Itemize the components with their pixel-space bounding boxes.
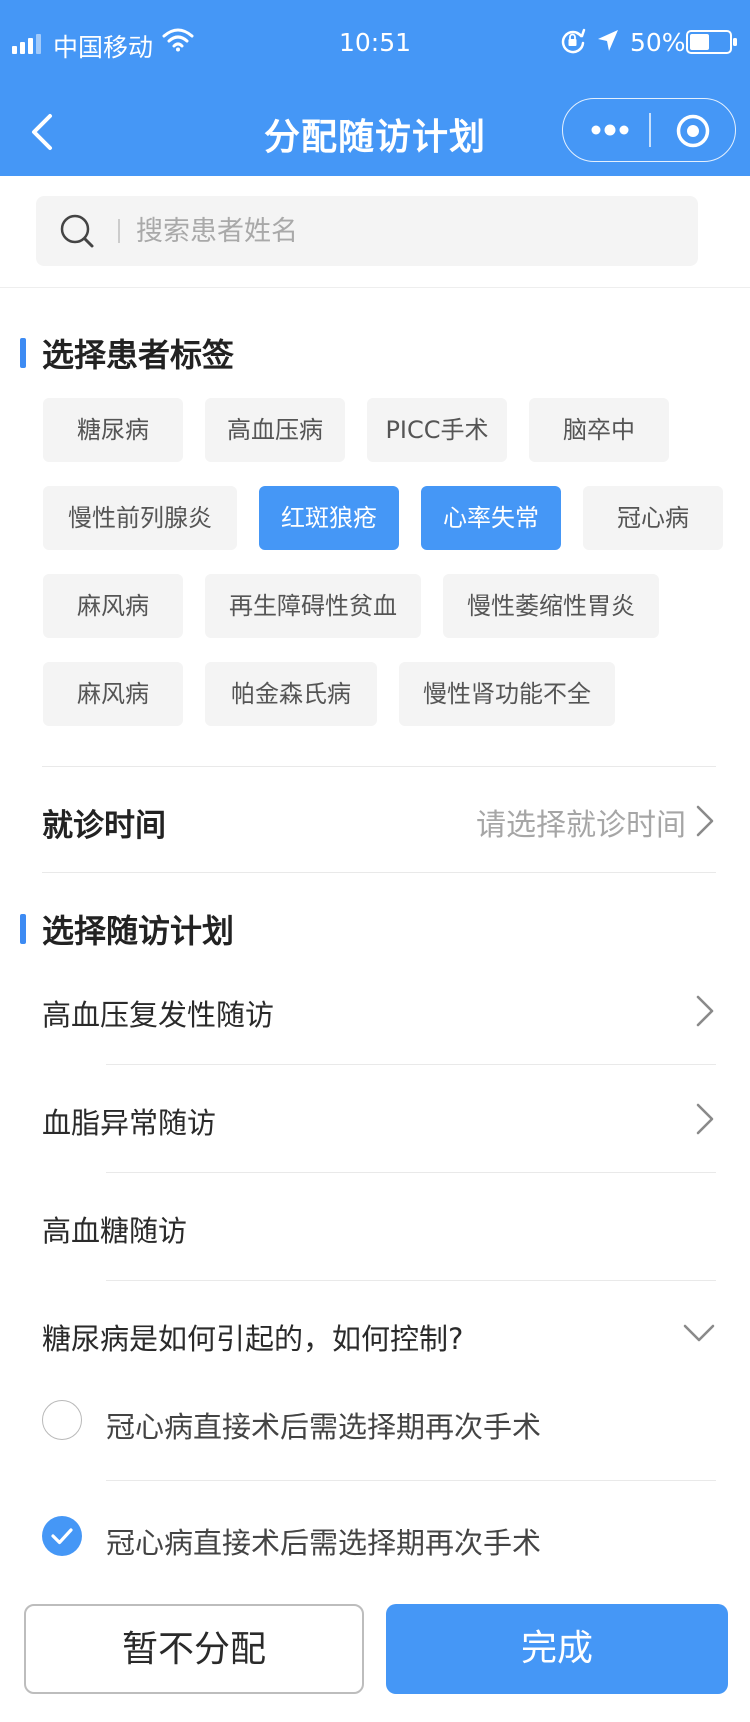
- tag-chip[interactable]: PICC手术: [367, 398, 507, 462]
- checkmark-icon: [51, 1528, 73, 1545]
- section-title-plans: 选择随访计划: [42, 912, 235, 950]
- chevron-right-icon: [696, 1103, 714, 1135]
- tag-chip[interactable]: 心率失常: [421, 486, 561, 550]
- divider: [106, 1172, 716, 1173]
- tag-chip[interactable]: 冠心病: [583, 486, 723, 550]
- chevron-down-icon[interactable]: [682, 1322, 716, 1344]
- skip-assign-button[interactable]: 暂不分配: [24, 1604, 364, 1694]
- navigation-bar: 分配随访计划: [0, 88, 750, 176]
- tag-chip[interactable]: 再生障碍性贫血: [205, 574, 421, 638]
- chevron-right-icon: [696, 805, 714, 837]
- battery-icon: [686, 30, 737, 54]
- mini-program-capsule: [562, 98, 736, 162]
- tag-chip[interactable]: 慢性肾功能不全: [399, 662, 615, 726]
- option-label: 冠心病直接术后需选择期再次手术: [106, 1410, 542, 1444]
- plan-item[interactable]: 高血压复发性随访: [42, 992, 274, 1034]
- tag-chip[interactable]: 高血压病: [205, 398, 345, 462]
- visit-time-label: 就诊时间: [42, 808, 166, 844]
- option-label: 冠心病直接术后需选择期再次手术: [106, 1526, 542, 1560]
- tag-chip[interactable]: 红斑狼疮: [259, 486, 399, 550]
- capsule-divider: [649, 113, 651, 147]
- status-bar: 中国移动 10:51 50%: [0, 0, 750, 88]
- app-header: 中国移动 10:51 50% 分配随访计划: [0, 0, 750, 176]
- search-input[interactable]: [136, 196, 676, 266]
- divider: [106, 1480, 716, 1481]
- tag-chip[interactable]: 慢性萎缩性胃炎: [443, 574, 659, 638]
- tag-chip[interactable]: 麻风病: [43, 662, 183, 726]
- radio-checked[interactable]: [42, 1516, 82, 1556]
- divider: [42, 872, 716, 873]
- rotation-lock-icon: [561, 28, 586, 54]
- tag-chip[interactable]: 帕金森氏病: [205, 662, 377, 726]
- visit-time-picker[interactable]: 请选择就诊时间: [476, 800, 686, 844]
- chevron-right-icon: [696, 995, 714, 1027]
- done-button[interactable]: 完成: [386, 1604, 728, 1694]
- plan-item[interactable]: 高血糖随访: [42, 1208, 187, 1250]
- tag-chip[interactable]: 慢性前列腺炎: [43, 486, 237, 550]
- location-arrow-icon: [598, 30, 618, 51]
- section-marker: [20, 338, 26, 368]
- page: 中国移动 10:51 50% 分配随访计划 搜索患者姓名 选择患者标签 糖尿病 …: [0, 0, 750, 1722]
- plan-item[interactable]: 糖尿病是如何引起的，如何控制?: [42, 1316, 463, 1358]
- search-bar: [0, 176, 750, 288]
- more-dots-icon[interactable]: [589, 115, 631, 145]
- close-target-icon[interactable]: [675, 113, 711, 149]
- plan-item[interactable]: 血脂异常随访: [42, 1100, 216, 1142]
- tag-chip[interactable]: 脑卒中: [529, 398, 669, 462]
- divider: [106, 1280, 716, 1281]
- radio-unchecked[interactable]: [42, 1400, 82, 1440]
- search-cursor: [118, 219, 120, 243]
- divider: [42, 766, 716, 767]
- tag-chip[interactable]: 麻风病: [43, 574, 183, 638]
- search-icon: [60, 214, 94, 248]
- section-marker: [20, 914, 26, 944]
- divider: [106, 1064, 716, 1065]
- tag-chip[interactable]: 糖尿病: [43, 398, 183, 462]
- search-box[interactable]: [36, 196, 698, 266]
- battery-percent: 50%: [630, 28, 686, 57]
- section-title-tags: 选择患者标签: [42, 336, 235, 374]
